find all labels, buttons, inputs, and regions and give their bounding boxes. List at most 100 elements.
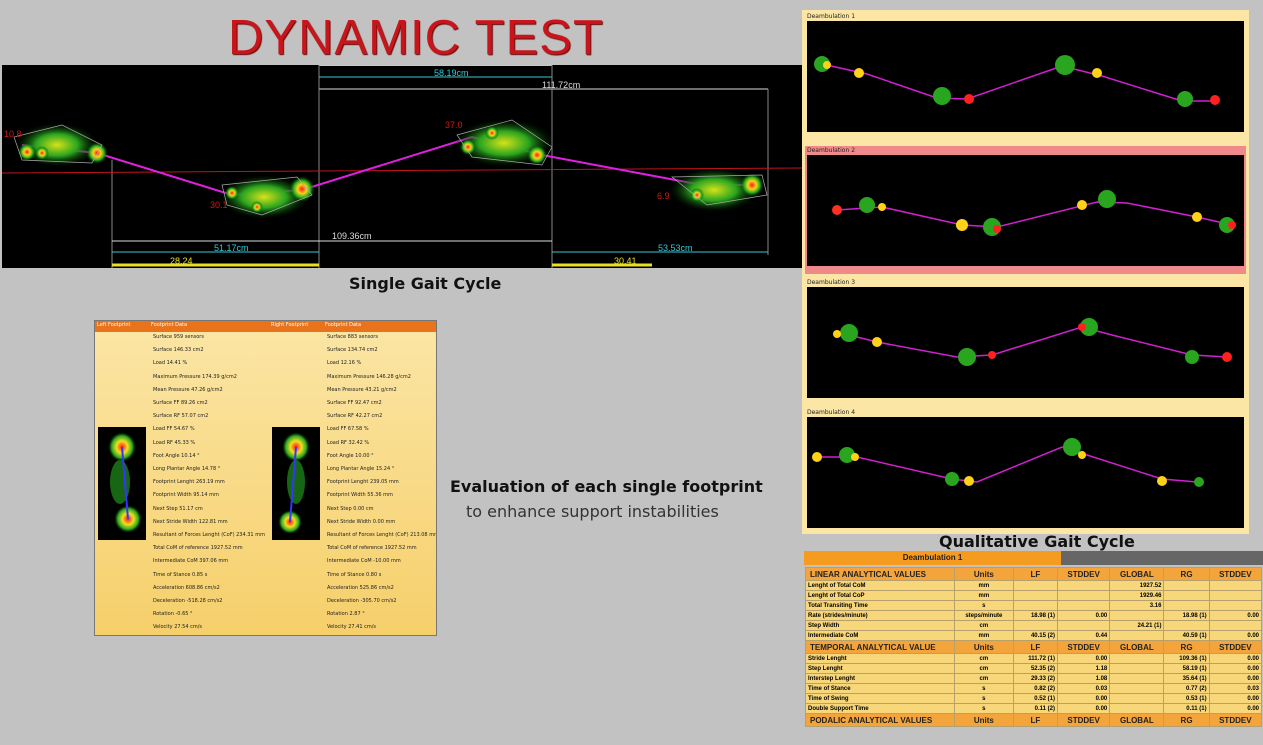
row-value: 0.00	[1208, 703, 1263, 714]
row-value	[1109, 630, 1165, 641]
right-row: Maximum Pressure 146.28 g/cm2	[327, 373, 411, 380]
section-header: LINEAR ANALYTICAL VALUES Units LF STDDEV GLO…	[805, 567, 1263, 581]
row-value	[1208, 590, 1263, 601]
left-row: Next Step 51.17 cm	[153, 505, 203, 512]
row-value	[1056, 580, 1111, 591]
measure-top-1: 58.19cm	[434, 68, 469, 78]
right-row: Next Step 0.00 cm	[327, 505, 374, 512]
column-header: LF	[1012, 567, 1058, 581]
right-row: Intermediate CoM -10.00 mm	[327, 558, 401, 565]
row-value: 0.00	[1208, 693, 1263, 704]
right-row: Next Stride Width 0.00 mm	[327, 518, 396, 525]
row-value: 58.19 (1)	[1163, 663, 1210, 674]
left-row: Velocity 27.54 cm/s	[153, 624, 203, 631]
row-value	[1109, 693, 1165, 704]
column-header: GLOBAL	[1109, 640, 1165, 654]
left-row: Mean Pressure 47.26 g/cm2	[153, 386, 223, 393]
table-row: Intermediate CoM mm 40.15 (2) 0.44 40.59 (1)…	[805, 630, 1263, 641]
deambulation-2-label: Deambulation 2	[807, 147, 856, 154]
row-value: 52.35 (2)	[1012, 663, 1058, 674]
measure-left-bottom: 51.17cm	[214, 243, 249, 253]
row-value: 0.00	[1208, 630, 1263, 641]
deambulation-1-label: Deambulation 1	[807, 13, 856, 20]
row-unit: s	[954, 683, 1014, 694]
values-table: LINEAR ANALYTICAL VALUES Units LF STDDEV GLO…	[805, 567, 1263, 727]
deambulation-1-panel: Deambulation 1	[805, 12, 1246, 140]
row-label: Lenght of Total CoP	[805, 590, 955, 601]
right-row: Velocity 27.41 cm/s	[327, 624, 377, 631]
section-title: TEMPORAL ANALYTICAL VALUE	[805, 640, 955, 654]
measure-right-bottom: 53.53cm	[658, 243, 693, 253]
right-row: Load FF 67.58 %	[327, 426, 369, 433]
left-row: Footprint Lenght 263.19 mm	[153, 479, 225, 486]
left-row: Load RF 45.33 %	[153, 439, 196, 446]
qualitative-gait-panel: Deambulation 1 Deambulation 2 Deambulati…	[802, 10, 1249, 534]
row-value: 1.08	[1056, 673, 1111, 684]
left-row: Long Plantar Angle 14.78 °	[153, 466, 221, 472]
row-value: 0.00	[1208, 673, 1263, 684]
row-value: 24.21 (1)	[1109, 620, 1165, 631]
row-value	[1012, 580, 1058, 591]
row-value	[1208, 600, 1263, 611]
page-title: DYNAMIC TEST	[228, 11, 604, 65]
left-footprint-image	[98, 427, 146, 540]
column-header: Units	[954, 567, 1014, 581]
row-value	[1056, 590, 1111, 601]
row-value: 1929.46	[1109, 590, 1165, 601]
deambulation-tab[interactable]: Deambulation 1	[804, 551, 1061, 565]
right-row: Resultant of Forces Lenght (CoF) 213.08 …	[327, 532, 437, 538]
measure-top-2: 111.72cm	[542, 80, 580, 90]
row-value	[1109, 673, 1165, 684]
right-row: Long Plantar Angle 15.24 °	[327, 466, 395, 472]
left-row: Surface 959 sensors	[153, 334, 204, 340]
row-value: 109.36 (1)	[1163, 653, 1210, 664]
left-row: Load FF 54.67 %	[153, 426, 195, 433]
row-value: 0.00	[1056, 610, 1111, 621]
single-gait-cycle-image: 58.19cm 111.72cm 109.36cm 51.17cm 53.53c…	[2, 65, 803, 268]
row-value	[1109, 703, 1165, 714]
evaluation-title: Evaluation of each single footprint	[450, 477, 763, 496]
row-label: Time of Stance	[805, 683, 955, 694]
column-header: STDDEV	[1056, 567, 1111, 581]
deambulation-4-panel: Deambulation 4	[805, 408, 1246, 536]
header-right-footprint: Right Footprint	[271, 322, 309, 328]
single-gait-caption: Single Gait Cycle	[349, 274, 502, 293]
footprint-data-panel: Left Footprint Footprint Data Right Foot…	[94, 320, 437, 636]
row-unit: s	[954, 693, 1014, 704]
row-value	[1109, 663, 1165, 674]
row-unit: mm	[954, 590, 1014, 601]
row-value: 0.00	[1056, 653, 1111, 664]
row-value: 35.64 (1)	[1163, 673, 1210, 684]
row-value: 0.00	[1208, 610, 1263, 621]
left-row: Deceleration -518.28 cm/s2	[153, 598, 223, 604]
section-title: PODALIC ANALYTICAL VALUES	[805, 713, 955, 727]
row-unit: cm	[954, 620, 1014, 631]
column-header: LF	[1012, 640, 1058, 654]
row-value	[1056, 600, 1111, 611]
row-label: Step Width	[805, 620, 955, 631]
table-row: Total Transiting Time s 3.16	[805, 600, 1263, 611]
row-value	[1109, 610, 1165, 621]
row-label: Double Support Time	[805, 703, 955, 714]
section-header: TEMPORAL ANALYTICAL VALUE Units LF STDDEV GL…	[805, 640, 1263, 654]
header-right-data: Footprint Data	[325, 322, 362, 328]
row-value	[1163, 620, 1210, 631]
row-label: Total Transiting Time	[805, 600, 955, 611]
row-value: 0.03	[1056, 683, 1111, 694]
column-header: LF	[1012, 713, 1058, 727]
gait-heatmap-svg: 58.19cm 111.72cm 109.36cm 51.17cm 53.53c…	[2, 65, 803, 268]
angle-label-1: 10.8	[4, 129, 22, 139]
row-value: 0.00	[1208, 663, 1263, 674]
row-value: 0.52 (1)	[1012, 693, 1058, 704]
column-header: Units	[954, 640, 1014, 654]
footprint-header: Left Footprint Footprint Data Right Foot…	[95, 321, 436, 332]
section-header: PODALIC ANALYTICAL VALUES Units LF STDDEV GL…	[805, 713, 1263, 727]
row-label: Intermediate CoM	[805, 630, 955, 641]
row-unit: cm	[954, 673, 1014, 684]
left-row: Maximum Pressure 174.39 g/cm2	[153, 373, 237, 380]
deambulation-4-image	[807, 417, 1244, 528]
row-value: 29.33 (2)	[1012, 673, 1058, 684]
left-row: Footprint Width 95.14 mm	[153, 492, 219, 499]
column-header: STDDEV	[1056, 640, 1111, 654]
row-label: Interstep Lenght	[805, 673, 955, 684]
